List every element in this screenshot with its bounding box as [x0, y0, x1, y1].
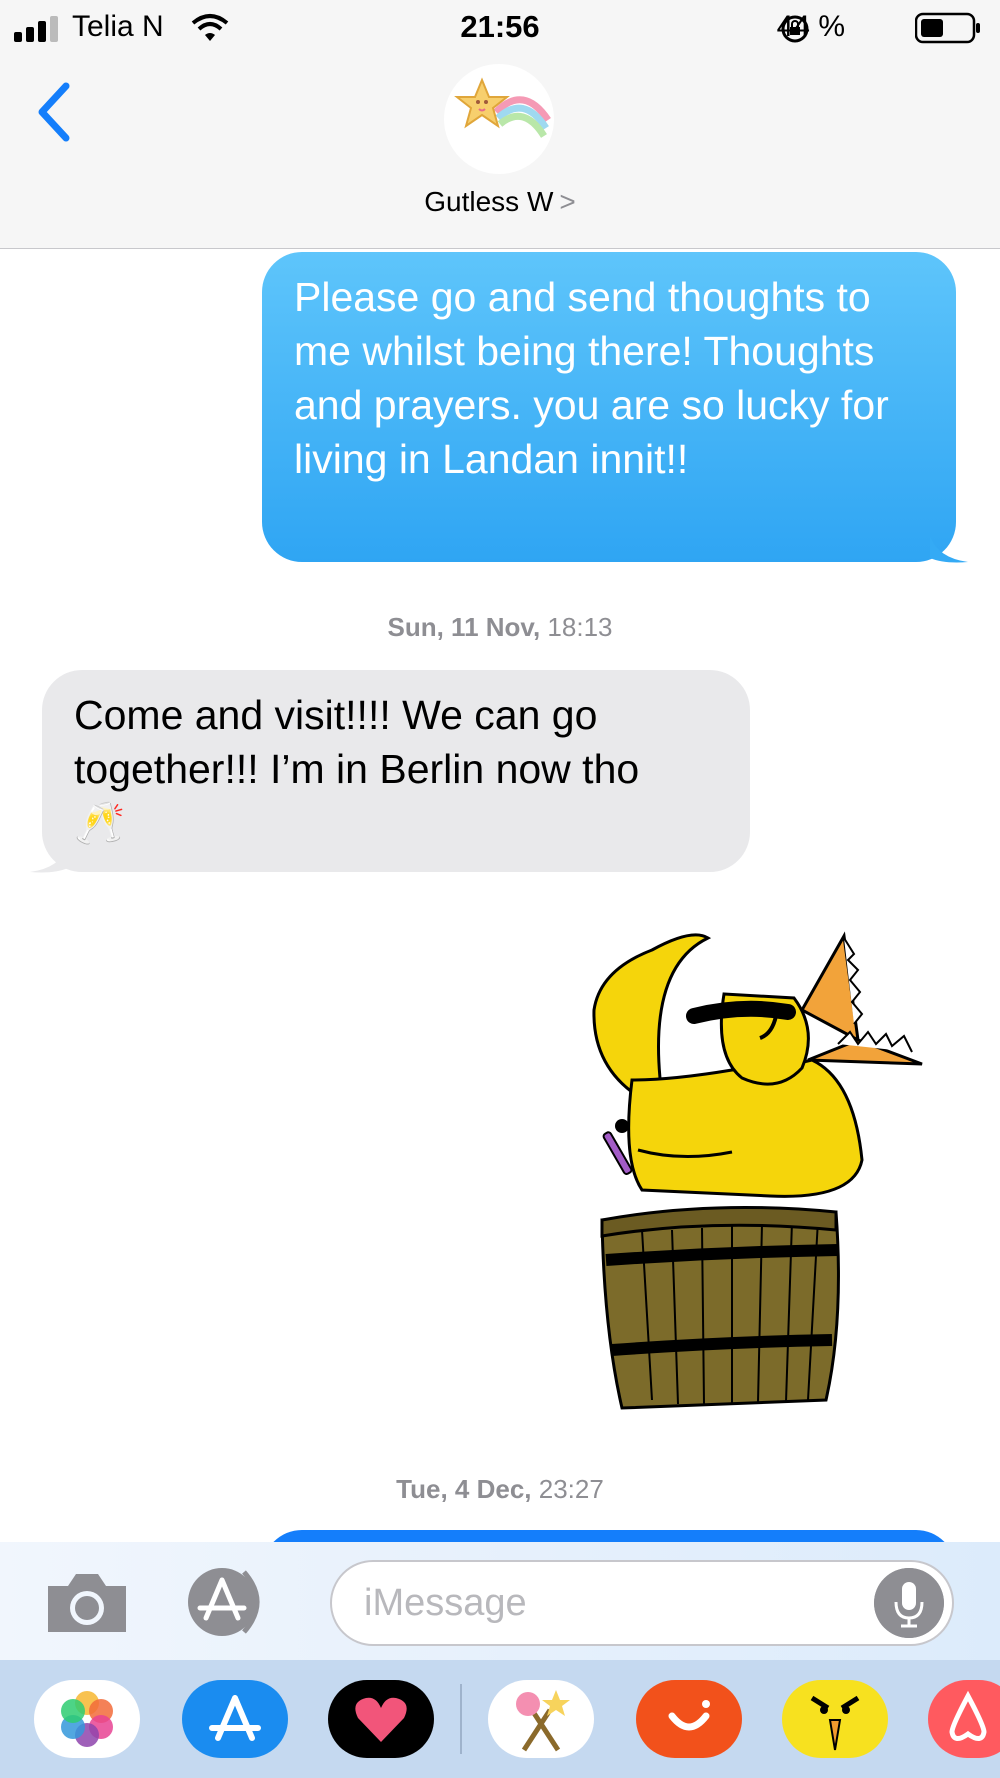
- message-text: Come and visit!!!! We can go together!!!…: [74, 692, 640, 792]
- timestamp-time: 23:27: [538, 1474, 604, 1504]
- incoming-message-bubble[interactable]: Come and visit!!!! We can go together!!!…: [42, 670, 750, 872]
- chevron-right-icon: >: [559, 186, 576, 217]
- conversation-header: Gutless W >: [0, 56, 1000, 249]
- sent-drawing-image[interactable]: [582, 930, 928, 1420]
- app-store-toggle-icon[interactable]: [186, 1566, 282, 1638]
- bubble-tail: [930, 536, 968, 563]
- imessage-app-drawer: [0, 1660, 1000, 1778]
- smile-app-icon[interactable]: [636, 1680, 742, 1758]
- bird-app-icon[interactable]: [782, 1680, 888, 1758]
- heart-app-icon[interactable]: [328, 1680, 434, 1758]
- champagne-emoji: 🥂: [74, 800, 126, 846]
- contact-name: Gutless W: [424, 186, 554, 217]
- sticker-app-icon[interactable]: [488, 1680, 594, 1758]
- airbnb-app-icon[interactable]: [928, 1680, 1000, 1758]
- battery-icon: [915, 12, 980, 44]
- clock: 21:56: [460, 9, 540, 44]
- timestamp-time: 18:13: [547, 612, 613, 642]
- timestamp-day: Tue, 4 Dec,: [396, 1474, 532, 1504]
- shooting-star-icon: [454, 77, 551, 138]
- timestamp-day: Sun, 11 Nov,: [387, 612, 541, 642]
- back-chevron-icon[interactable]: [30, 76, 80, 146]
- timestamp: Tue, 4 Dec, 23:27: [0, 1474, 1000, 1505]
- status-bar: Telia N 21:56 44 %: [0, 0, 1000, 56]
- tray-divider: [460, 1684, 462, 1754]
- battery-percentage: 44 %: [776, 10, 845, 43]
- contact-name-button[interactable]: Gutless W >: [0, 186, 1000, 218]
- contact-avatar[interactable]: [444, 64, 554, 174]
- timestamp: Sun, 11 Nov, 18:13: [0, 612, 1000, 643]
- microphone-icon[interactable]: [874, 1568, 944, 1638]
- message-input-bar: iMessage: [0, 1542, 1000, 1660]
- message-text: Please go and send thoughts to me whilst…: [294, 274, 889, 482]
- app-store-icon[interactable]: [182, 1680, 288, 1758]
- input-placeholder: iMessage: [364, 1582, 527, 1624]
- camera-icon[interactable]: [44, 1570, 130, 1636]
- bubble-tail: [30, 846, 68, 873]
- photos-app-icon[interactable]: [34, 1680, 140, 1758]
- imessage-text-field[interactable]: iMessage: [330, 1560, 954, 1646]
- outgoing-message-bubble[interactable]: Please go and send thoughts to me whilst…: [262, 252, 956, 562]
